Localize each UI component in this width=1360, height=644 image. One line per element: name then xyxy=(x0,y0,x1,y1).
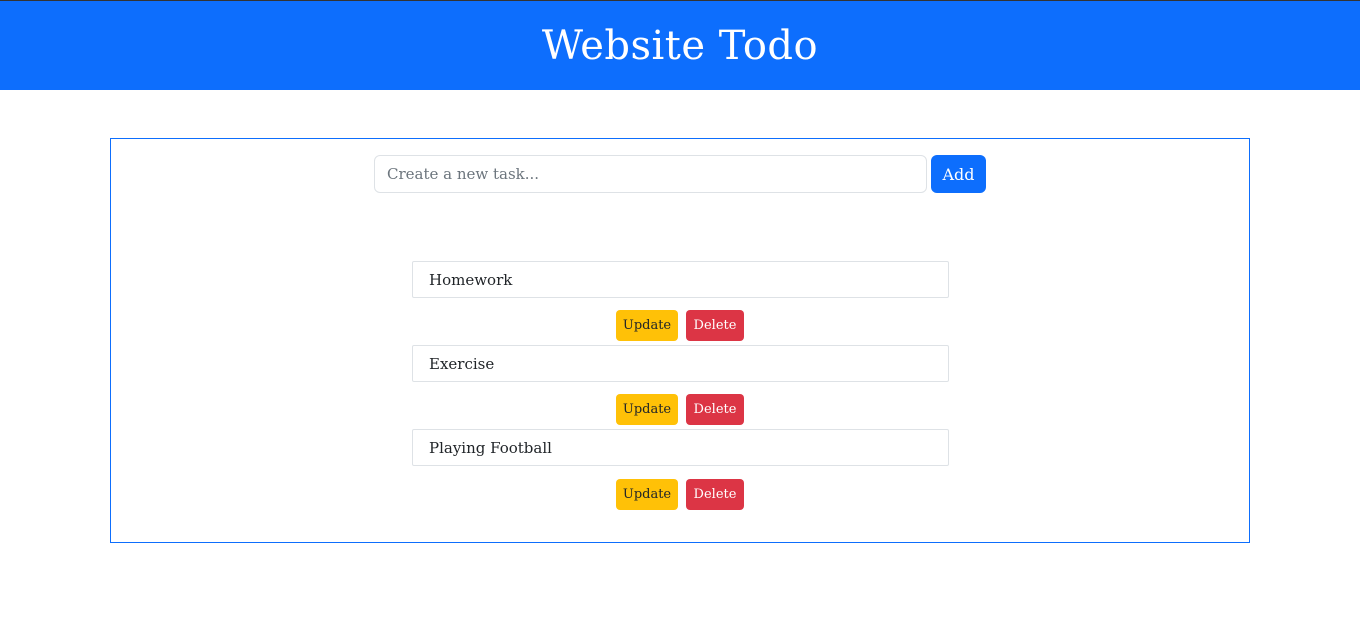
add-task-button[interactable]: Add xyxy=(931,155,986,193)
task-item: Homework xyxy=(412,261,949,298)
task-item: Playing Football xyxy=(412,429,949,466)
task-label: Homework xyxy=(429,270,513,289)
update-task-button[interactable]: Update xyxy=(616,310,678,341)
task-label: Exercise xyxy=(429,354,495,373)
app-header: Website Todo xyxy=(0,1,1360,90)
update-task-button[interactable]: Update xyxy=(616,479,678,510)
task-label: Playing Football xyxy=(429,438,552,457)
delete-task-button[interactable]: Delete xyxy=(686,394,744,425)
todo-panel xyxy=(110,138,1250,543)
new-task-input[interactable] xyxy=(374,155,927,193)
delete-task-button[interactable]: Delete xyxy=(686,310,744,341)
page-title: Website Todo xyxy=(541,22,819,69)
update-task-button[interactable]: Update xyxy=(616,394,678,425)
task-item: Exercise xyxy=(412,345,949,382)
delete-task-button[interactable]: Delete xyxy=(686,479,744,510)
